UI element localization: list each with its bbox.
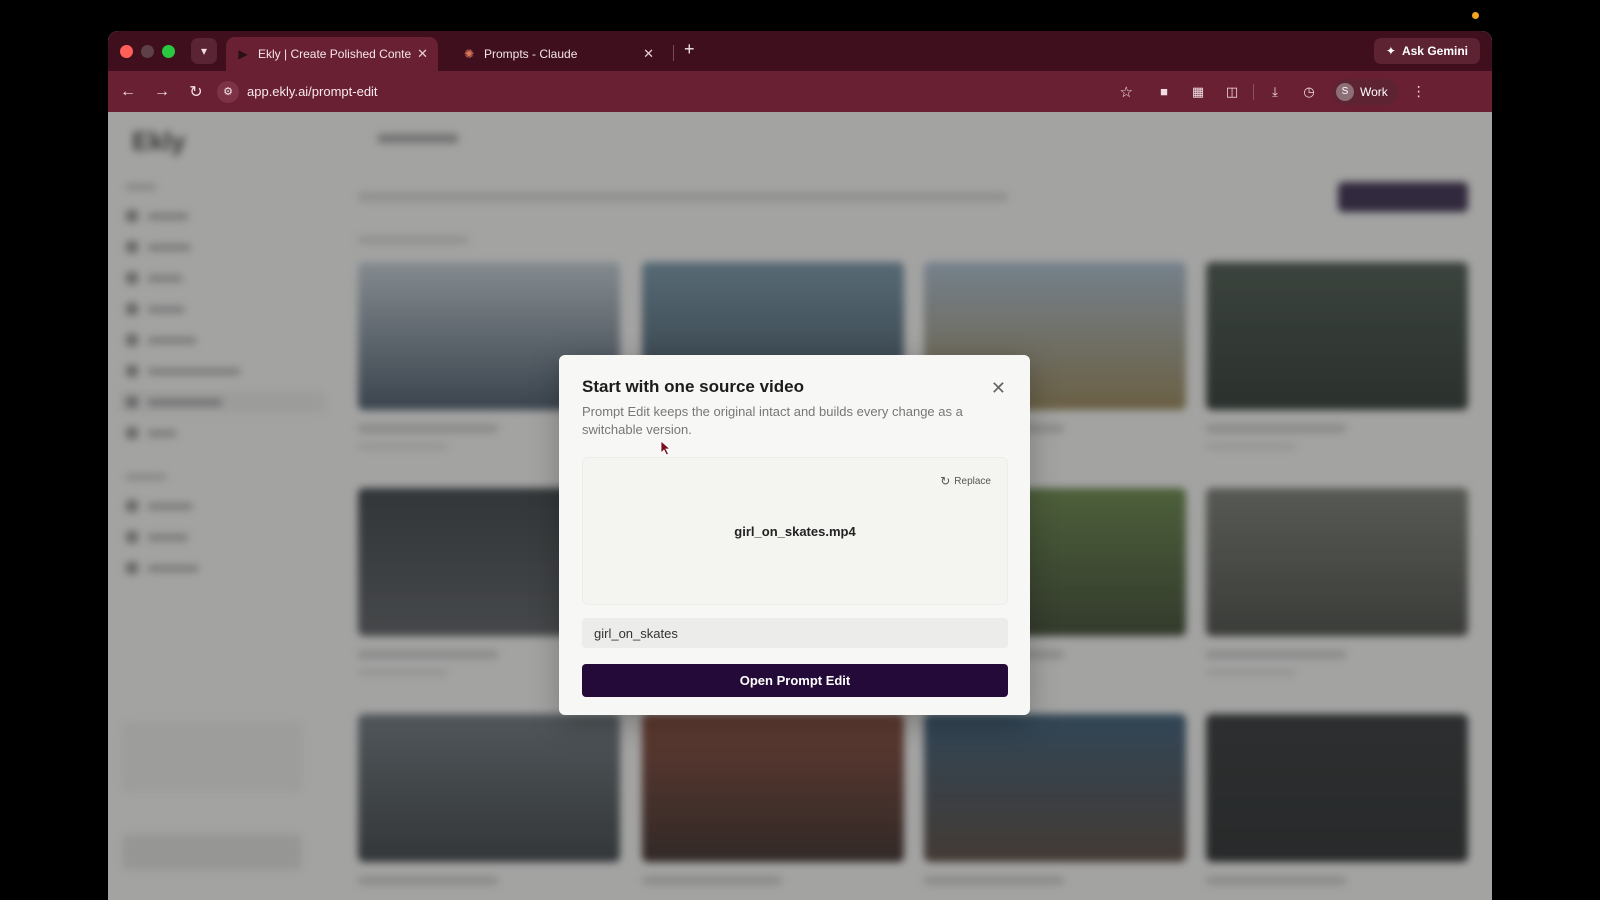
replace-button[interactable]: ↻ Replace [940,474,991,488]
source-video-dialog: Start with one source video ✕ Prompt Edi… [559,355,1030,715]
history-icon[interactable]: ◷ [1292,84,1326,100]
chevron-down-icon: ▾ [200,44,208,58]
window-controls [120,44,175,58]
dialog-description: Prompt Edit keeps the original intact an… [582,404,963,437]
download-icon[interactable]: ⤓ [1258,84,1292,100]
close-window-button[interactable] [120,44,133,58]
browser-toolbar: ← → ↻ ⚙ app.ekly.ai/prompt-edit ☆ ■ ▦ ◫ … [108,71,1492,112]
dialog-title: Start with one source video [582,377,804,396]
more-menu-icon[interactable]: ⋮ [1412,83,1426,100]
puzzle-extensions-icon[interactable]: ◫ [1215,84,1249,100]
tab-title: Ekly | Create Polished Content [258,47,412,61]
project-name-value: girl_on_skates [594,625,678,641]
address-bar[interactable]: ⚙ app.ekly.ai/prompt-edit ☆ [217,77,1147,106]
back-arrow-icon[interactable]: ← [111,83,145,101]
replace-label: Replace [954,475,991,487]
claude-favicon-icon: ✺ [463,47,475,61]
selected-file-name: girl_on_skates.mp4 [734,523,856,539]
close-icon[interactable]: ✕ [991,379,1006,397]
profile-name: Work [1360,84,1388,99]
ekly-favicon-icon: ▶ [238,47,248,61]
minimize-window-button[interactable] [141,44,154,58]
ask-gemini-button[interactable]: ✦ Ask Gemini [1373,38,1480,64]
video-dropzone[interactable]: ↻ Replace girl_on_skates.mp4 [582,457,1008,605]
tab-divider [673,45,674,61]
open-prompt-edit-button[interactable]: Open Prompt Edit [582,664,1008,697]
toolbar-divider [1253,83,1254,100]
forward-arrow-icon[interactable]: → [145,83,179,101]
maximize-window-button[interactable] [162,44,175,58]
site-settings-icon[interactable]: ⚙ [217,80,239,103]
close-tab-icon[interactable]: ✕ [643,46,654,62]
recording-indicator [1472,12,1479,19]
profile-chip[interactable]: S Work [1332,78,1398,105]
gemini-sparkle-icon: ✦ [1385,44,1396,58]
avatar: S [1336,82,1354,101]
extension-icon[interactable]: ▦ [1181,84,1215,100]
close-tab-icon[interactable]: ✕ [417,46,428,62]
extension-icon[interactable]: ■ [1147,84,1181,99]
mouse-cursor-icon [660,440,672,456]
ask-gemini-label: Ask Gemini [1401,44,1468,58]
tab-claude[interactable]: ✺ Prompts - Claude ✕ [452,37,664,71]
reload-icon[interactable]: ↻ [179,82,213,102]
app-viewport: Ekly Start with one source video ✕ Promp… [108,112,1492,900]
browser-window: ▾ ▶ Ekly | Create Polished Content ✕ ✺ P… [108,31,1492,900]
tab-strip: ▾ ▶ Ekly | Create Polished Content ✕ ✺ P… [108,31,1492,71]
url-text: app.ekly.ai/prompt-edit [247,84,378,99]
tab-title: Prompts - Claude [484,47,578,61]
project-name-input[interactable]: girl_on_skates [582,618,1008,648]
tab-ekly[interactable]: ▶ Ekly | Create Polished Content ✕ [226,37,438,71]
tab-search-button[interactable]: ▾ [191,38,217,64]
bookmark-star-icon[interactable]: ☆ [1120,83,1133,101]
new-tab-button[interactable]: + [684,39,695,60]
refresh-icon: ↻ [940,474,951,488]
